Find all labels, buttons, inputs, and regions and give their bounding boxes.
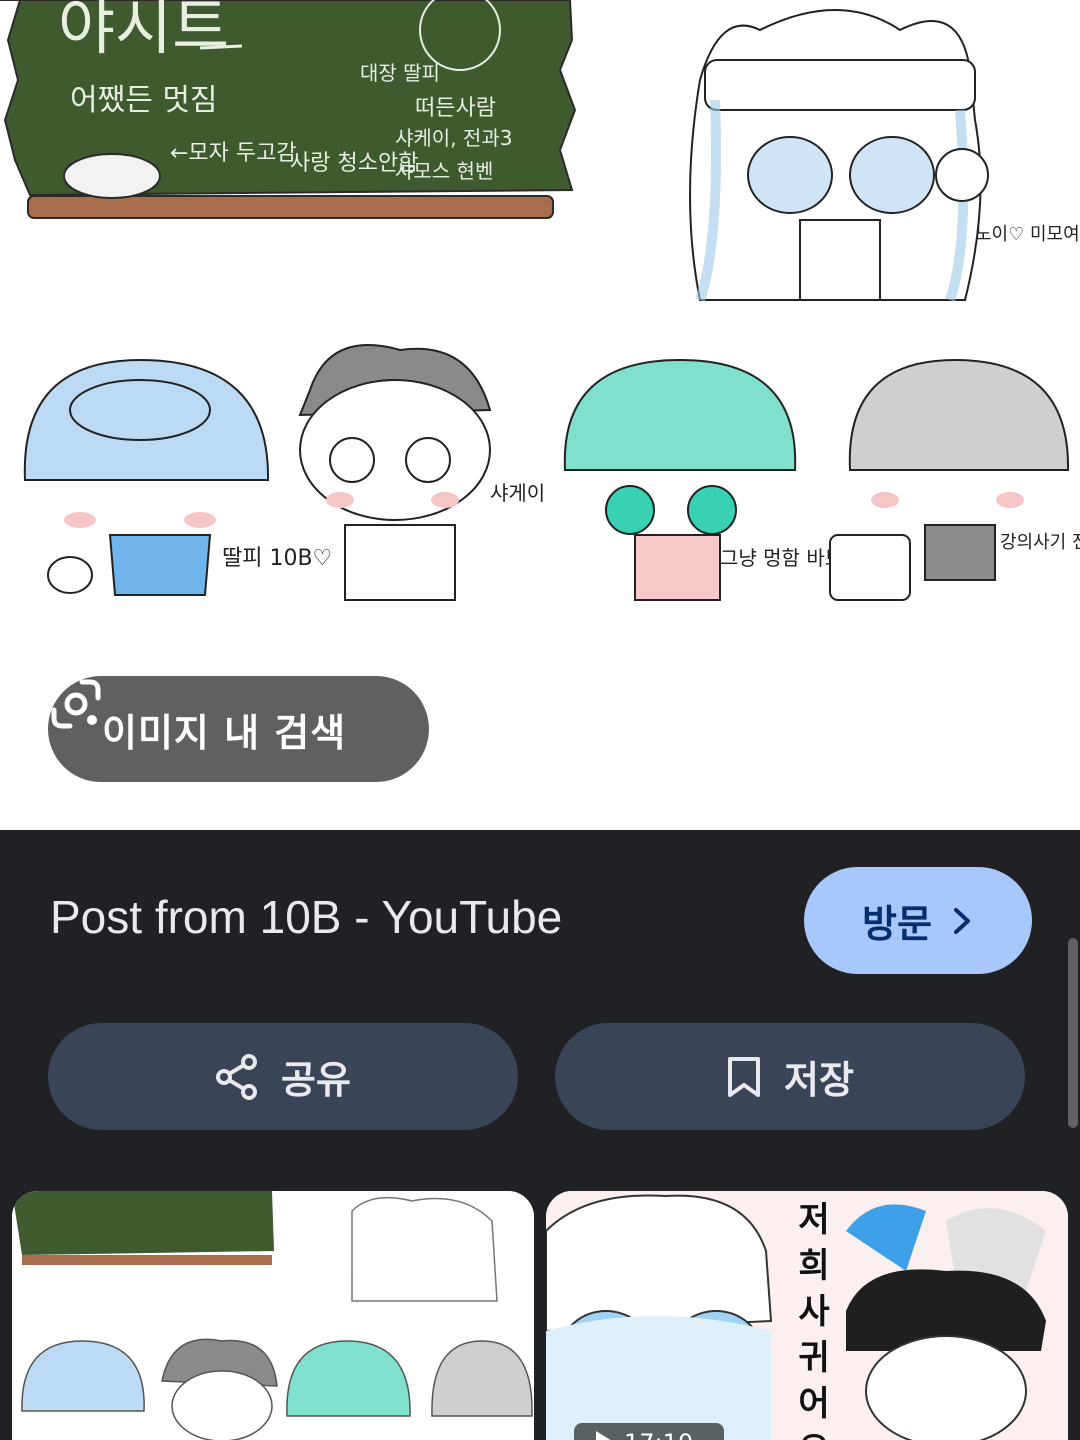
board-text-5: 떠든사람	[415, 96, 496, 121]
note-char2: 샤게이	[490, 481, 545, 505]
share-button[interactable]: 공유	[48, 1023, 518, 1130]
board-text-2: ←모자 두고감	[170, 141, 297, 166]
artwork-image: 야시트 어쨌든 멋짐 ←모자 두고감 사랑 청소안함 대장 딸피 떠든사람 샤케…	[0, 0, 1080, 601]
board-text-1: 어쨌든 멋짐	[70, 83, 218, 118]
board-text-4: 대장 딸피	[360, 61, 440, 85]
bookmark-icon	[728, 1056, 761, 1097]
note-noi: 노이♡ 미모여신 목소리 좋음 그냥♡	[975, 224, 1080, 245]
visit-button[interactable]: 방문	[804, 867, 1032, 974]
character-4: 강의사기 전과3번	[829, 358, 1080, 601]
character-2: 샤게이	[298, 344, 545, 601]
note-char3: 그냥 멍함 바보	[720, 546, 843, 570]
related-video-thumbnail[interactable]: 17:10 저희 사귀어요	[546, 1191, 1068, 1440]
scrollbar[interactable]	[1068, 938, 1078, 1128]
image-viewer-page: 야시트 어쨌든 멋짐 ←모자 두고감 사랑 청소안함 대장 딸피 떠든사람 샤케…	[0, 0, 1080, 1440]
share-label: 공유	[281, 1058, 351, 1102]
share-icon	[216, 1053, 258, 1100]
board-text-7: 샤모스 현벤	[395, 159, 493, 183]
search-in-image-label: 이미지 내 검색	[102, 710, 347, 755]
character-3: 그냥 멍함 바보	[563, 358, 843, 601]
visit-label: 방문	[862, 902, 932, 946]
video-overlay-text: 저희 사귀어요	[798, 1200, 830, 1440]
main-image[interactable]: 야시트 어쨌든 멋짐 ←모자 두고감 사랑 청소안함 대장 딸피 떠든사람 샤케…	[0, 0, 1080, 830]
related-image-thumbnail[interactable]	[12, 1191, 534, 1440]
google-lens-icon	[51, 679, 101, 729]
chevron-right-icon	[953, 907, 970, 934]
note-char4: 강의사기 전과3번	[1000, 532, 1080, 553]
note-char1: 딸피 10B♡	[222, 546, 332, 571]
source-title: Post from 10B - YouTube	[50, 891, 563, 943]
source-panel: Post from 10B - YouTube 방문 공유 저장 저희 사귀어	[0, 830, 1080, 1440]
video-duration: 17:10	[624, 1429, 693, 1440]
save-label: 저장	[784, 1058, 854, 1102]
board-title: 야시트	[58, 0, 229, 63]
save-button[interactable]: 저장	[555, 1023, 1025, 1130]
character-1: 딸피 10B♡	[23, 358, 332, 596]
search-in-image-button[interactable]: 이미지 내 검색	[48, 676, 429, 782]
board-text-6: 샤케이, 전과3	[395, 126, 512, 150]
related-image-art	[12, 1191, 534, 1440]
